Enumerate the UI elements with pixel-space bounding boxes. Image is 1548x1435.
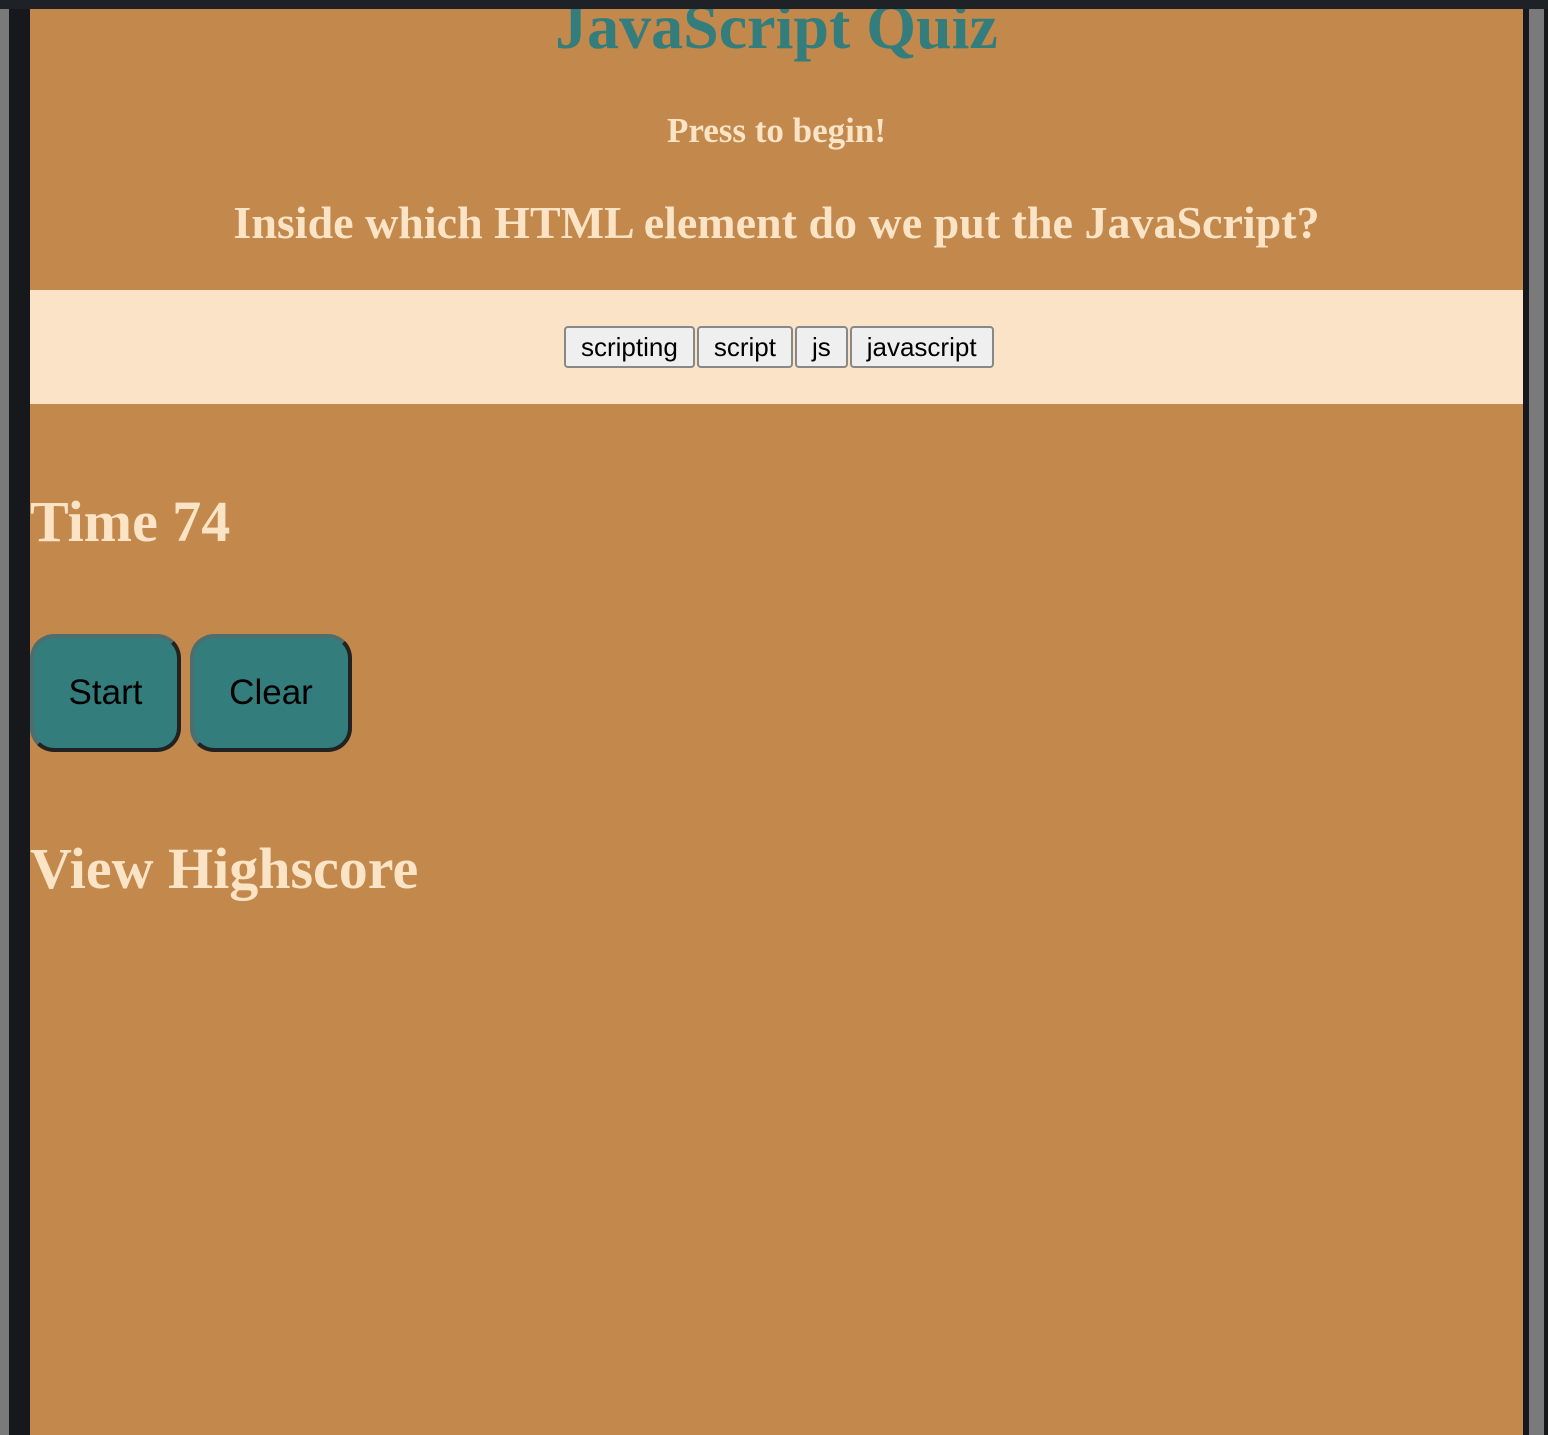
timer-display: Time 74 [30,489,231,554]
page-title: JavaScript Quiz [555,9,998,62]
answer-button-script[interactable]: script [696,326,793,368]
answer-button-scripting[interactable]: scripting [564,326,695,368]
window-right-scrollbar[interactable] [1529,9,1544,1435]
question-text: Inside which HTML element do we put the … [233,197,1320,248]
answer-options: scripting script js javascript [564,326,994,368]
window-left-inner-border [9,9,30,1435]
view-highscore-link[interactable]: View Highscore [30,834,418,904]
answer-button-js[interactable]: js [794,326,848,368]
start-instruction: Press to begin! [666,111,887,150]
window-left-border [0,9,9,1435]
control-buttons: Start Clear [30,634,352,752]
window-right-edge [1544,9,1548,1435]
start-button[interactable]: Start [30,634,181,752]
answer-button-javascript[interactable]: javascript [849,326,994,368]
quiz-page: JavaScript Quiz Press to begin! Inside w… [30,9,1523,1435]
window-top-border [0,0,1548,9]
clear-button[interactable]: Clear [190,634,352,752]
